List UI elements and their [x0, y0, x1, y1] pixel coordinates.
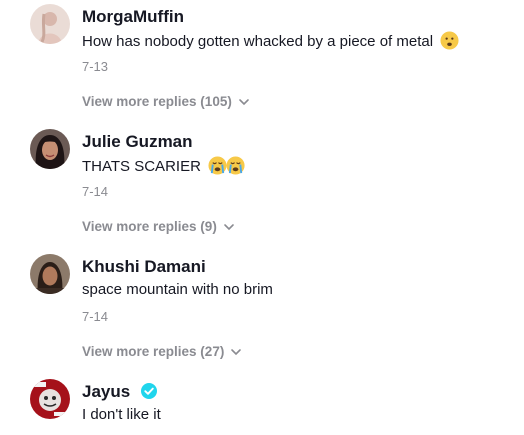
comment-text: How has nobody gotten whacked by a piece… — [82, 31, 459, 54]
avatar[interactable] — [30, 129, 70, 169]
avatar[interactable] — [30, 254, 70, 294]
chevron-down-icon — [224, 223, 234, 230]
comment-text-body: How has nobody gotten whacked by a piece… — [82, 33, 434, 50]
crying-face-emoji-icon — [208, 156, 246, 179]
comment-username[interactable]: MorgaMuffin — [82, 7, 184, 27]
verified-badge-icon — [140, 383, 157, 399]
comment-date: 7-14 — [82, 184, 109, 199]
comment-username: Jayus — [82, 382, 157, 402]
view-more-replies-button[interactable]: View more replies (9) — [82, 219, 235, 234]
comment-username-label[interactable]: Jayus — [82, 382, 130, 401]
comment-username[interactable]: Julie Guzman — [82, 132, 193, 152]
comment-text: space mountain with no brim — [82, 281, 273, 298]
view-more-replies-button[interactable]: View more replies (105) — [82, 94, 250, 109]
chevron-down-icon — [239, 98, 249, 105]
comment-date: 7-14 — [82, 309, 109, 324]
comment-text: THATS SCARIER — [82, 156, 246, 179]
comment-text: I don't like it — [82, 406, 161, 423]
avatar[interactable] — [30, 379, 70, 419]
chevron-down-icon — [231, 348, 242, 355]
view-more-replies-button[interactable]: View more replies (27) — [82, 344, 242, 359]
comment-username[interactable]: Khushi Damani — [82, 257, 206, 277]
avatar[interactable] — [30, 4, 70, 44]
view-more-replies-label: View more replies (27) — [82, 344, 225, 359]
comment-date: 7-13 — [82, 59, 109, 74]
view-more-replies-label: View more replies (105) — [82, 94, 232, 109]
comment-text-body: THATS SCARIER — [82, 158, 201, 175]
frowning-face-emoji-icon — [440, 31, 459, 54]
view-more-replies-label: View more replies (9) — [82, 219, 217, 234]
